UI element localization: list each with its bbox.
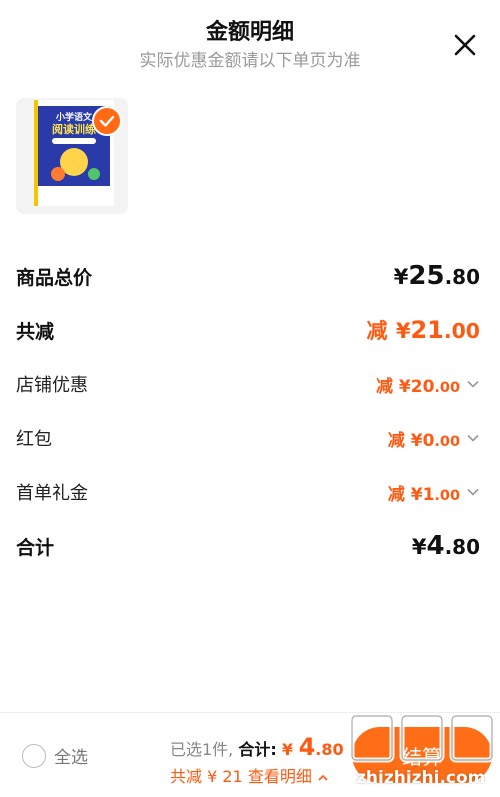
total-price-label: 商品总价 (16, 266, 93, 289)
discount-prefix: 减 (387, 430, 405, 451)
currency-symbol: ¥ (411, 535, 427, 559)
row-first-order-gift[interactable]: 首单礼金 减 ¥1.00 (16, 474, 480, 510)
shop-discount-value: 减 ¥20.00 (376, 372, 460, 397)
first-order-gift-label: 首单礼金 (16, 483, 88, 504)
amount-detail-sheet: 金额明细 实际优惠金额请以下单页为准 小学语文 阅读训练 商品总价 ¥25.80… (0, 0, 500, 797)
close-icon (454, 34, 476, 56)
sheet-header: 金额明细 实际优惠金额请以下单页为准 (0, 0, 500, 80)
chevron-down-icon[interactable] (466, 431, 480, 445)
discount-decimal: .00 (434, 433, 460, 450)
book-title-line1: 小学语文 (55, 111, 93, 123)
price-integer: 4 (426, 531, 445, 561)
select-all-radio[interactable] (22, 743, 46, 768)
chevron-up-icon (318, 774, 328, 781)
currency-symbol: ¥ (410, 484, 423, 505)
close-button[interactable] (450, 30, 480, 60)
discount-integer: 0 (422, 430, 435, 451)
currency-symbol: ¥ (410, 430, 423, 451)
sheet-subtitle: 实际优惠金额请以下单页为准 (139, 51, 361, 71)
total-discount-label: 共减 (16, 320, 55, 343)
red-packet-value: 减 ¥0.00 (388, 426, 460, 451)
chevron-down-icon[interactable] (466, 377, 480, 391)
row-shop-discount[interactable]: 店铺优惠 减 ¥20.00 (16, 366, 480, 402)
currency-symbol: ¥ (281, 740, 294, 759)
footer-total-price: ¥ 4.80 (281, 733, 344, 761)
discount-prefix: 减 (387, 484, 405, 505)
discount-integer: 21 (410, 316, 444, 344)
shop-discount-label: 店铺优惠 (16, 375, 88, 396)
discount-decimal: .00 (443, 319, 480, 343)
currency-symbol: ¥ (395, 319, 411, 343)
selection-summary: 已选1件, 合计: ¥ 4.80 (170, 733, 344, 761)
watermark-domain: zhizhizhi.com (356, 768, 486, 788)
discount-prefix: 减 (366, 319, 388, 343)
price-decimal: .80 (444, 535, 480, 559)
discount-prefix: 减 (375, 376, 393, 397)
sheet-title: 金额明细 (205, 20, 294, 45)
discount-integer: 20 (410, 376, 435, 397)
discount-summary: 共减 ¥ 21 (170, 767, 243, 786)
product-selected-badge[interactable] (92, 106, 122, 136)
view-detail-label: 查看明细 (247, 767, 312, 786)
selected-count: 已选1件, (170, 740, 234, 759)
book-title-line2: 阅读训练 (52, 122, 96, 136)
row-total-discount: 共减 减 ¥21.00 (16, 312, 480, 348)
red-packet-label: 红包 (16, 429, 52, 450)
select-all-toggle[interactable]: 全选 (22, 743, 88, 768)
total-discount-value: 减 ¥21.00 (366, 315, 480, 345)
discount-integer: 1 (422, 484, 435, 505)
currency-symbol: ¥ (393, 265, 409, 289)
row-subtotal: 合计 ¥4.80 (16, 528, 480, 564)
price-integer: 4 (298, 733, 316, 761)
row-total-price: 商品总价 ¥25.80 (16, 258, 480, 294)
checkmark-icon (99, 115, 115, 127)
discount-decimal: .00 (434, 379, 460, 396)
chevron-down-icon[interactable] (466, 485, 480, 499)
row-red-packet[interactable]: 红包 减 ¥0.00 (16, 420, 480, 456)
price-decimal: .80 (315, 740, 344, 759)
subtotal-value: ¥4.80 (412, 531, 480, 561)
discount-decimal: .00 (434, 487, 460, 504)
first-order-gift-value: 减 ¥1.00 (388, 480, 460, 505)
view-detail-link[interactable]: 共减 ¥ 21 查看明细 (170, 763, 329, 787)
select-all-label: 全选 (54, 748, 88, 768)
price-integer: 25 (408, 261, 445, 291)
currency-symbol: ¥ (398, 376, 411, 397)
price-decimal: .80 (444, 265, 480, 289)
subtotal-label: 合计 (16, 536, 55, 559)
sum-label: 合计: (238, 740, 277, 759)
total-price-value: ¥25.80 (394, 261, 480, 291)
